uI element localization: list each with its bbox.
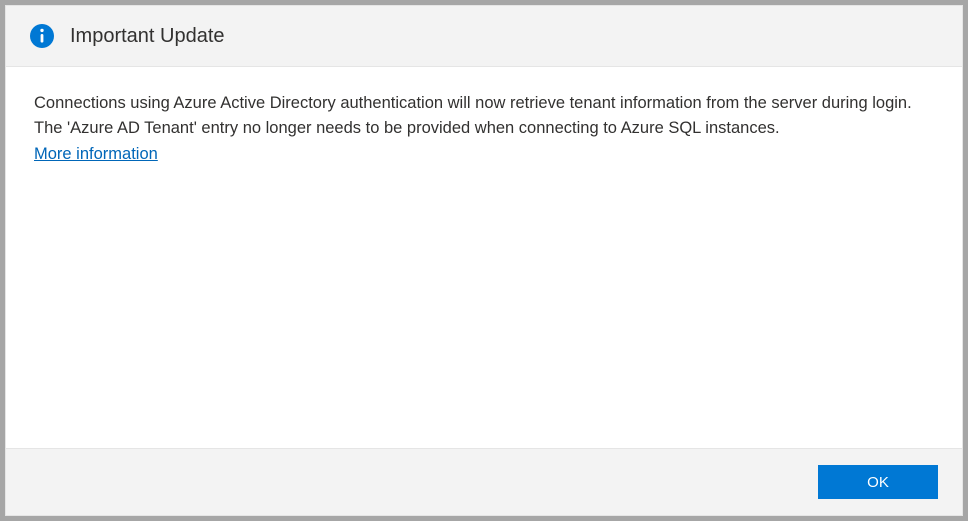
- dialog-header: Important Update: [6, 6, 962, 67]
- dialog-title: Important Update: [70, 25, 225, 48]
- info-icon: [30, 24, 54, 48]
- ok-button[interactable]: OK: [818, 465, 938, 499]
- dialog-message: Connections using Azure Active Directory…: [34, 91, 934, 141]
- dialog: Important Update Connections using Azure…: [5, 5, 963, 516]
- more-information-link[interactable]: More information: [34, 145, 158, 164]
- dialog-footer: OK: [6, 448, 962, 515]
- dialog-content: Connections using Azure Active Directory…: [6, 67, 962, 448]
